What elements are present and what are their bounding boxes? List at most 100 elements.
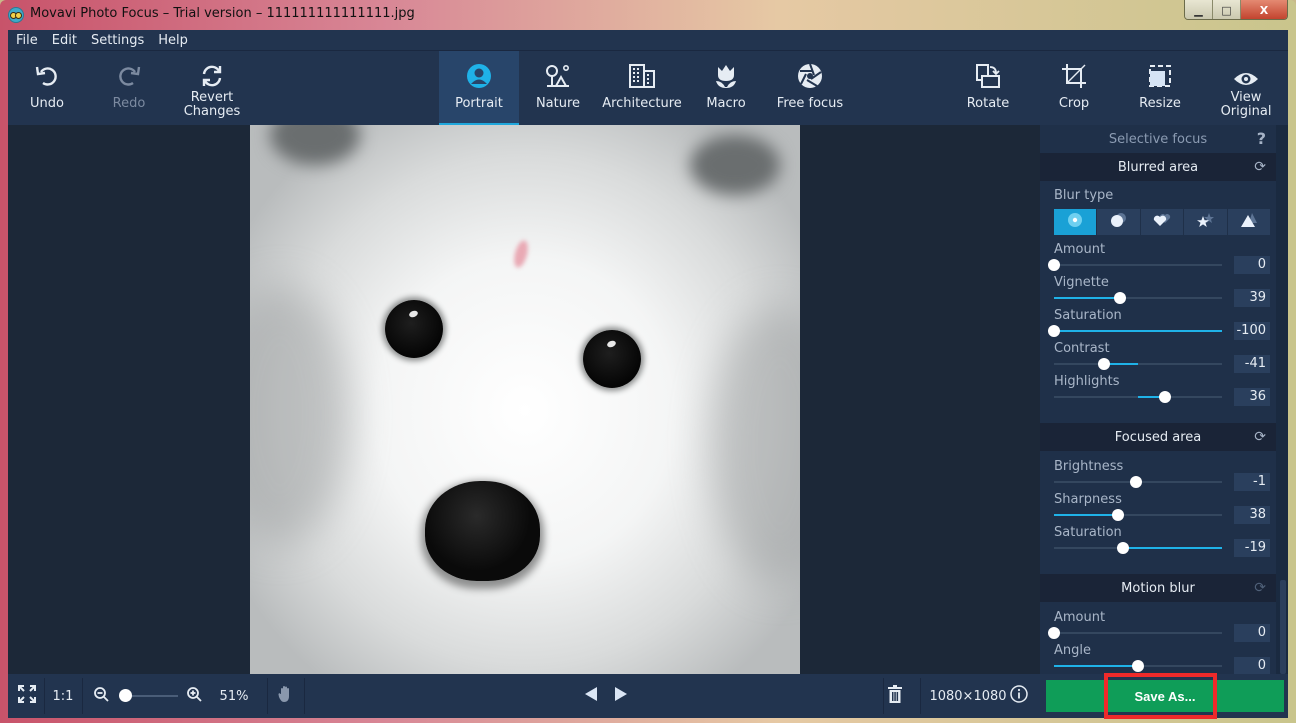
heart-icon — [1152, 212, 1172, 232]
rotate-button[interactable]: Rotate — [956, 51, 1020, 126]
blur-type-star[interactable] — [1184, 209, 1227, 235]
blurred-amount-label: Amount — [1054, 242, 1106, 257]
image-canvas[interactable] — [8, 125, 1040, 674]
crop-label: Crop — [1058, 96, 1090, 111]
blur-type-triangle[interactable] — [1227, 209, 1271, 235]
focused-saturation-value[interactable]: -19 — [1234, 539, 1270, 557]
window-controls: ▁ □ X — [1184, 0, 1288, 20]
toolbar: Undo Redo Revert Changes Portrait Nature… — [8, 50, 1288, 126]
delete-button[interactable] — [885, 674, 905, 718]
view-label-line1: View — [1230, 90, 1262, 105]
focused-area-header[interactable]: Focused area ⟳ — [1040, 423, 1276, 451]
panel-scrollbar[interactable] — [1276, 125, 1288, 674]
close-button[interactable]: X — [1241, 0, 1287, 19]
next-image-button[interactable] — [612, 674, 630, 718]
maximize-button[interactable]: □ — [1213, 0, 1241, 19]
tab-portrait[interactable]: Portrait — [439, 51, 519, 126]
focused-sharpness-value[interactable]: 38 — [1234, 506, 1270, 524]
blurred-vignette-value[interactable]: 39 — [1234, 289, 1270, 307]
zoom-in-button[interactable] — [185, 674, 203, 718]
dog-photo[interactable] — [250, 125, 800, 674]
slider-knob[interactable] — [1158, 391, 1171, 403]
slider-track[interactable] — [1054, 632, 1222, 634]
blurred-amount-value[interactable]: 0 — [1234, 256, 1270, 274]
blurred-contrast-label: Contrast — [1054, 341, 1110, 356]
crop-button[interactable]: Crop — [1042, 51, 1106, 126]
tab-free-focus[interactable]: Free focus — [768, 51, 852, 126]
blurred-saturation-slider[interactable] — [1048, 324, 1222, 338]
tab-nature[interactable]: Nature — [523, 51, 593, 126]
photo-ear-left — [270, 125, 360, 165]
slider-knob[interactable] — [1048, 259, 1060, 271]
slider-knob[interactable] — [1048, 325, 1060, 337]
blur-type-heart[interactable] — [1140, 209, 1184, 235]
slider-knob[interactable] — [1098, 358, 1111, 370]
slider-knob[interactable] — [1132, 660, 1144, 672]
slider-track[interactable] — [1054, 264, 1222, 266]
resize-button[interactable]: Resize — [1128, 51, 1192, 126]
info-button[interactable] — [1008, 674, 1030, 718]
blur-type-disc[interactable] — [1097, 209, 1140, 235]
separator — [883, 678, 884, 714]
revert-changes-button[interactable]: Revert Changes — [174, 51, 250, 126]
menu-edit[interactable]: Edit — [52, 33, 83, 48]
focused-saturation-slider[interactable] — [1054, 541, 1222, 555]
slider-fill — [1122, 547, 1222, 549]
motion-angle-slider[interactable] — [1054, 659, 1222, 673]
photo-eye-left — [385, 300, 443, 358]
reset-motion-icon[interactable]: ⟳ — [1254, 580, 1266, 596]
reset-focused-icon[interactable]: ⟳ — [1254, 429, 1266, 445]
blurred-vignette-slider[interactable] — [1054, 291, 1222, 305]
blurred-highlights-slider[interactable] — [1054, 390, 1222, 404]
blur-type-selector — [1054, 209, 1271, 235]
zoom-slider-knob[interactable] — [118, 689, 132, 702]
selective-focus-header: Selective focus ? — [1040, 125, 1276, 153]
resize-label: Resize — [1139, 96, 1181, 111]
focused-brightness-value[interactable]: -1 — [1234, 473, 1270, 491]
slider-knob[interactable] — [1113, 292, 1126, 304]
minimize-button[interactable]: ▁ — [1185, 0, 1213, 19]
motion-blur-header[interactable]: Motion blur ⟳ — [1040, 574, 1276, 602]
revert-label-line1: Revert — [190, 90, 234, 105]
view-original-button[interactable]: View Original — [1212, 51, 1280, 126]
help-icon[interactable]: ? — [1257, 129, 1266, 148]
panel-scroll-thumb[interactable] — [1280, 580, 1286, 674]
fit-screen-button[interactable] — [12, 674, 42, 718]
tab-macro[interactable]: Macro — [694, 51, 758, 126]
redo-icon — [116, 51, 142, 91]
slider-knob[interactable] — [1111, 509, 1124, 521]
motion-amount-value[interactable]: 0 — [1234, 624, 1270, 642]
actual-size-button[interactable]: 1:1 — [46, 674, 80, 718]
motion-angle-value[interactable]: 0 — [1234, 657, 1270, 674]
slider-knob[interactable] — [1116, 542, 1129, 554]
tab-architecture[interactable]: Architecture — [600, 51, 684, 126]
info-icon — [1010, 685, 1028, 707]
disc-icon — [1110, 212, 1128, 232]
slider-track[interactable] — [1054, 363, 1222, 365]
undo-button[interactable]: Undo — [14, 51, 80, 126]
blurred-contrast-value[interactable]: -41 — [1234, 355, 1270, 373]
slider-knob[interactable] — [1130, 476, 1143, 488]
reset-blurred-icon[interactable]: ⟳ — [1254, 159, 1266, 175]
blurred-amount-slider[interactable] — [1048, 258, 1222, 272]
slider-fill — [1054, 297, 1120, 299]
focused-brightness-slider[interactable] — [1054, 475, 1222, 489]
blurred-area-header[interactable]: Blurred area ⟳ — [1040, 153, 1276, 181]
zoom-out-button[interactable] — [92, 674, 110, 718]
tulip-icon — [714, 51, 738, 91]
menu-file[interactable]: File — [16, 33, 44, 48]
motion-amount-slider[interactable] — [1048, 626, 1222, 640]
bottom-bar: 1:1 51% 1080×1080 — [8, 674, 1040, 718]
redo-button[interactable]: Redo — [96, 51, 162, 126]
menu-help[interactable]: Help — [158, 33, 194, 48]
focused-sharpness-slider[interactable] — [1054, 508, 1222, 522]
blur-type-circle-bokeh[interactable] — [1054, 209, 1097, 235]
pan-tool-button[interactable] — [274, 674, 298, 718]
blurred-contrast-slider[interactable] — [1054, 357, 1222, 371]
blurred-area-title: Blurred area — [1117, 159, 1199, 175]
blurred-saturation-value[interactable]: -100 — [1234, 322, 1270, 340]
slider-knob[interactable] — [1048, 627, 1060, 639]
previous-image-button[interactable] — [582, 674, 600, 718]
menu-settings[interactable]: Settings — [91, 33, 150, 48]
blurred-highlights-value[interactable]: 36 — [1234, 388, 1270, 406]
